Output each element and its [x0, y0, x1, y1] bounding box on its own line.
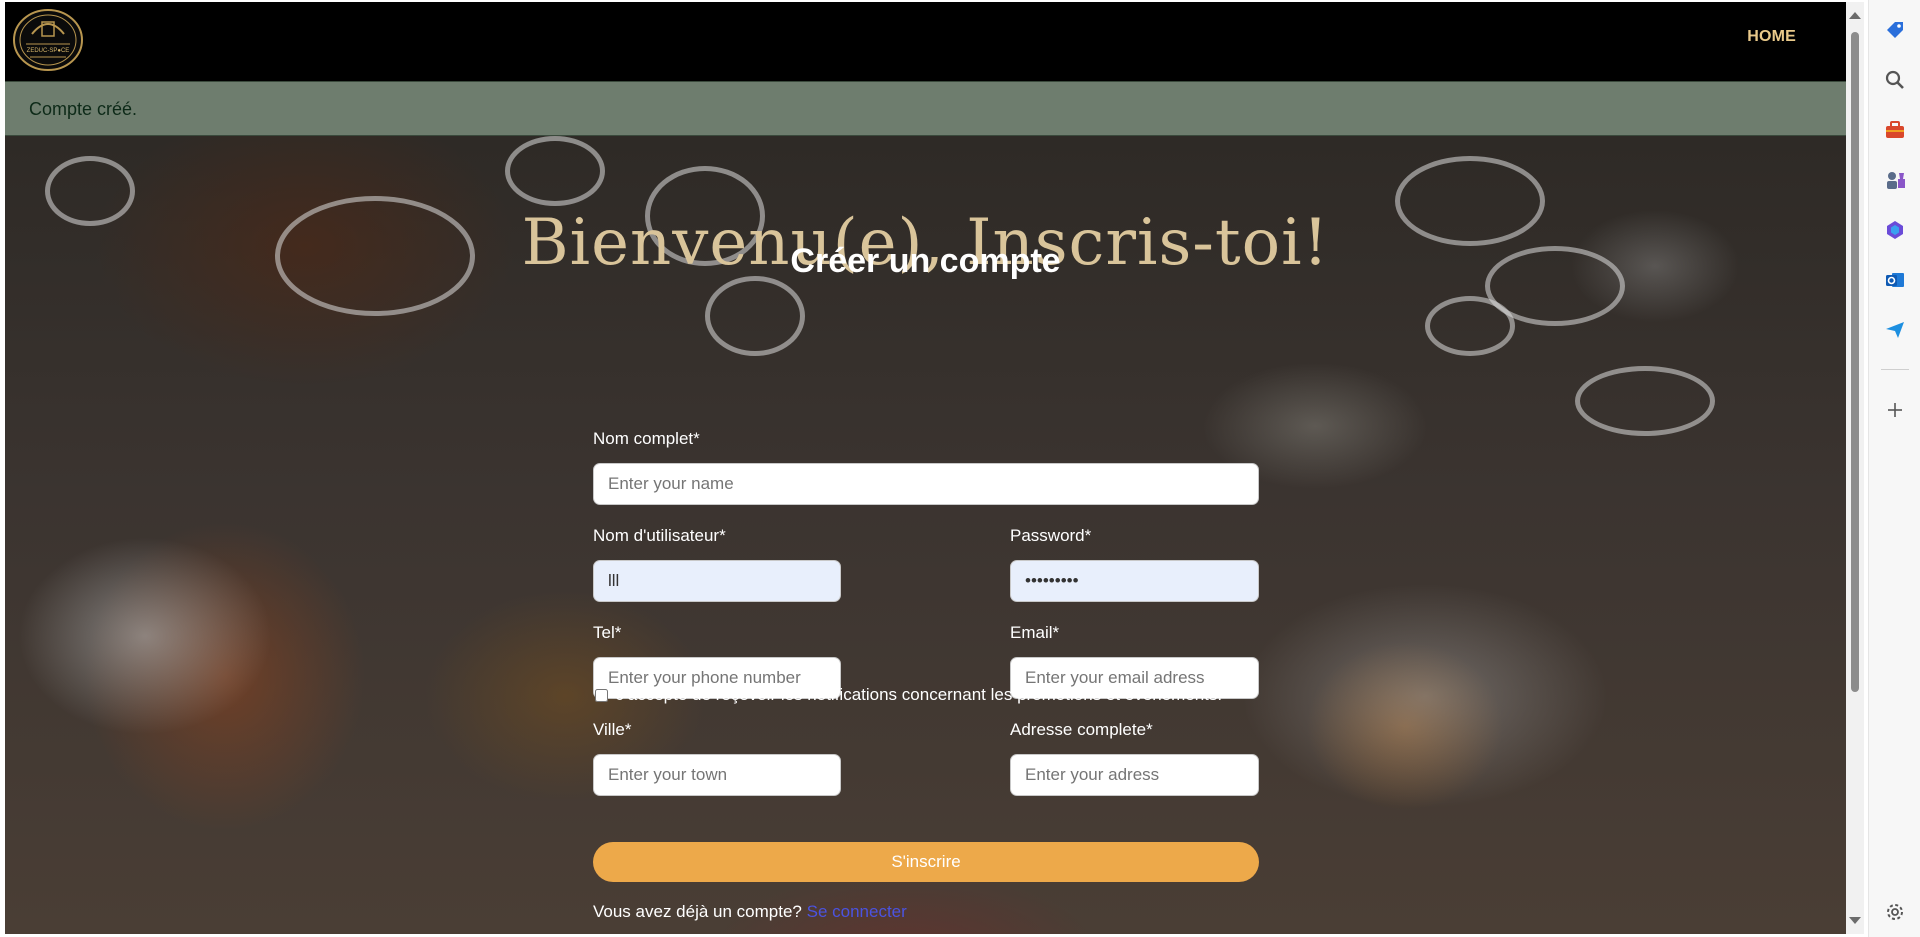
- svg-text:ZEDUC-SP●CE: ZEDUC-SP●CE: [27, 48, 70, 54]
- username-input[interactable]: [593, 560, 841, 602]
- adresse-label: Adresse complete*: [1010, 720, 1153, 739]
- background-decoration: [1425, 296, 1515, 356]
- fullname-input[interactable]: [593, 463, 1259, 505]
- sidebar-divider: [1881, 369, 1909, 370]
- copilot-icon[interactable]: [1881, 216, 1909, 244]
- adresse-input[interactable]: [1010, 754, 1259, 796]
- tel-input[interactable]: [593, 657, 841, 699]
- search-icon[interactable]: [1881, 66, 1909, 94]
- background-decoration: [705, 276, 805, 356]
- signup-button[interactable]: S'inscrire: [593, 842, 1259, 882]
- background-decoration: [505, 136, 605, 206]
- login-link[interactable]: Se connecter: [807, 902, 907, 921]
- toolbox-icon[interactable]: [1881, 116, 1909, 144]
- nav-home-link[interactable]: HOME: [1747, 28, 1796, 46]
- email-input[interactable]: [1010, 657, 1259, 699]
- background-decoration: [1575, 366, 1715, 436]
- scroll-thumb[interactable]: [1851, 32, 1859, 692]
- outlook-icon[interactable]: [1881, 266, 1909, 294]
- form-title: Créer un compte: [790, 242, 1061, 280]
- add-icon[interactable]: [1881, 396, 1909, 424]
- username-label: Nom d'utilisateur*: [593, 526, 726, 545]
- password-input[interactable]: [1010, 560, 1259, 602]
- navbar: ZEDUC-SP●CE HOME: [5, 2, 1846, 81]
- chess-icon[interactable]: [1881, 166, 1909, 194]
- alert-message: Compte créé.: [29, 99, 138, 119]
- success-alert: Compte créé.: [5, 81, 1846, 136]
- scroll-up-arrow-icon[interactable]: [1849, 12, 1861, 19]
- ville-input[interactable]: [593, 754, 841, 796]
- tel-label: Tel*: [593, 623, 622, 642]
- tag-icon[interactable]: [1881, 16, 1909, 44]
- password-label: Password*: [1010, 526, 1092, 545]
- browser-sidebar: [1868, 0, 1920, 937]
- site-logo[interactable]: ZEDUC-SP●CE: [12, 8, 84, 72]
- page-scrollbar[interactable]: [1846, 2, 1864, 934]
- ville-label: Ville*: [593, 720, 632, 739]
- email-label: Email*: [1010, 623, 1060, 642]
- scroll-down-arrow-icon[interactable]: [1849, 917, 1861, 924]
- browser-viewport: ZEDUC-SP●CE HOME Compte créé. Bienvenu(e…: [5, 2, 1846, 934]
- fullname-label: Nom complet*: [593, 429, 700, 448]
- settings-icon[interactable]: [1881, 898, 1909, 926]
- consent-checkbox[interactable]: [595, 689, 608, 702]
- send-icon[interactable]: [1881, 316, 1909, 344]
